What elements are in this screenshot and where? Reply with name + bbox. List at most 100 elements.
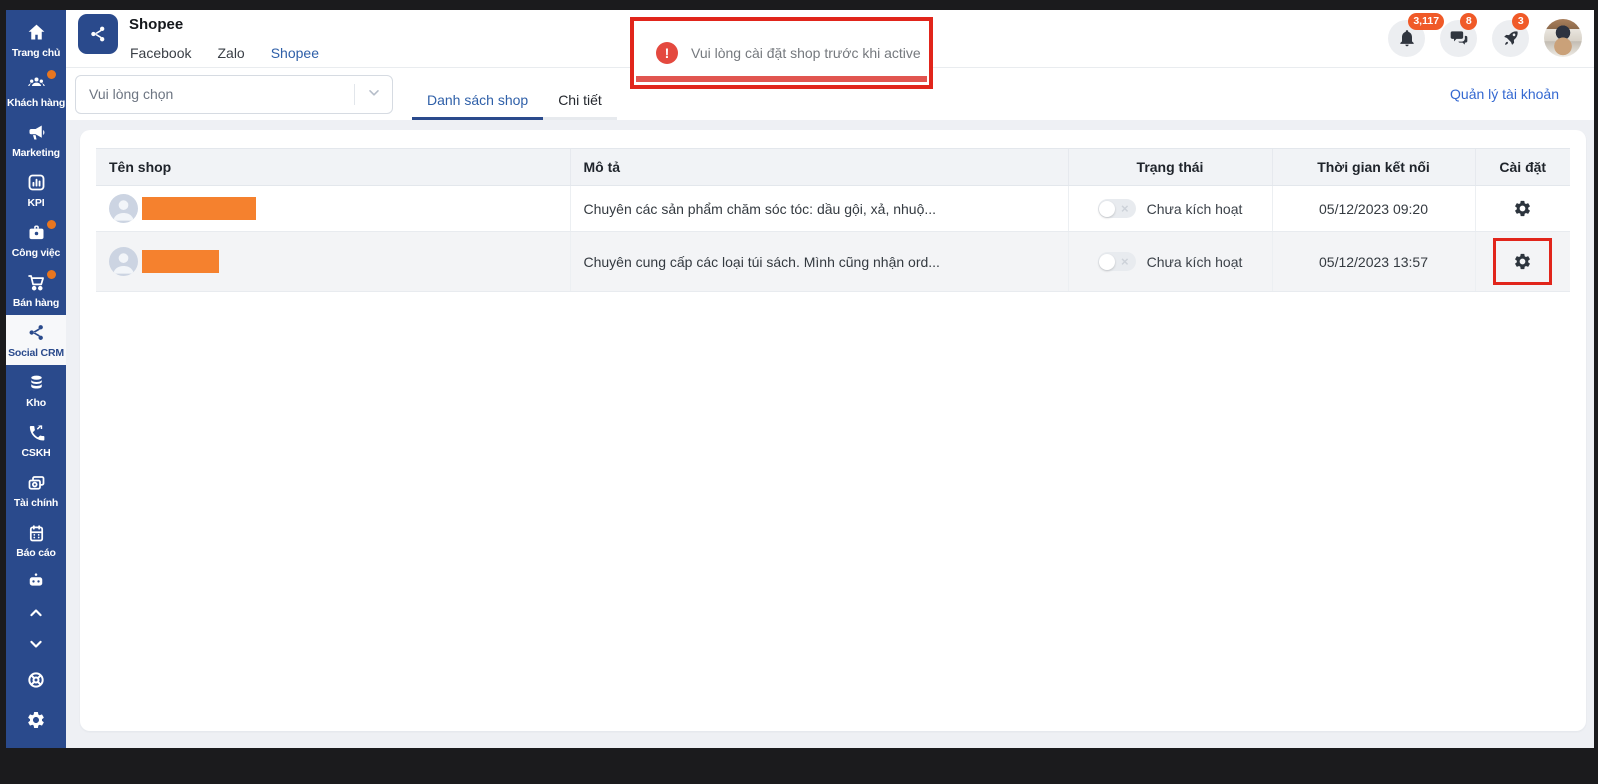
user-avatar[interactable] <box>1544 19 1582 57</box>
activate-toggle-off[interactable] <box>1098 252 1136 271</box>
sidebar-item-label: Công việc <box>12 247 60 259</box>
screenshot-stage: Trang chủ Khách hàng Marketing KPI <box>0 0 1598 784</box>
column-trang-thai: Trạng thái <box>1068 149 1272 186</box>
sidebar-item-label: KPI <box>28 197 45 209</box>
bell-icon <box>1397 28 1417 48</box>
table-header-row: Tên shop Mô tả Trạng thái Thời gian kết … <box>96 149 1570 186</box>
content-area: Tên shop Mô tả Trạng thái Thời gian kết … <box>66 120 1594 748</box>
warehouse-icon <box>25 372 47 394</box>
sidebar-item-tai-chinh[interactable]: Tài chính <box>6 466 66 516</box>
sidebar: Trang chủ Khách hàng Marketing KPI <box>6 10 66 748</box>
share-icon <box>25 322 47 344</box>
quick-start-badge: 3 <box>1512 13 1529 30</box>
rocket-icon <box>1501 28 1521 48</box>
sidebar-item-label: Social CRM <box>8 347 64 359</box>
tab-danh-sach-shop[interactable]: Danh sách shop <box>412 80 543 120</box>
redacted-shop-name <box>142 197 256 220</box>
app-window: Trang chủ Khách hàng Marketing KPI <box>6 10 1594 748</box>
finance-icon <box>25 472 47 494</box>
quick-start-button[interactable]: 3 <box>1492 20 1529 57</box>
sidebar-item-label: Tài chính <box>14 497 58 509</box>
redacted-shop-name <box>142 250 219 273</box>
notification-dot <box>47 270 56 279</box>
shop-table: Tên shop Mô tả Trạng thái Thời gian kết … <box>96 148 1570 292</box>
column-cai-dat: Cài đặt <box>1475 149 1570 186</box>
alert-exclamation-icon: ! <box>656 42 678 64</box>
report-icon <box>25 522 47 544</box>
status-label: Chưa kích hoạt <box>1147 201 1243 217</box>
phone-icon <box>25 422 47 444</box>
toast-progress-bar <box>636 76 927 82</box>
notification-dot <box>47 220 56 229</box>
sidebar-item-kpi[interactable]: KPI <box>6 165 66 215</box>
sidebar-item-trang-chu[interactable]: Trang chủ <box>6 15 66 65</box>
sidebar-item-label: Marketing <box>12 147 60 159</box>
cart-icon <box>25 272 47 294</box>
settings-gear-icon[interactable] <box>6 700 66 740</box>
messages-badge: 8 <box>1460 13 1477 30</box>
notification-dot <box>47 70 56 79</box>
error-toast: ! Vui lòng cài đặt shop trước khi active <box>634 21 929 85</box>
select-divider <box>354 84 355 105</box>
shop-select[interactable]: Vui lòng chọn <box>75 75 393 114</box>
chevron-down-icon <box>366 85 382 104</box>
sidebar-item-label: CSKH <box>22 447 51 459</box>
help-lifebuoy-icon[interactable] <box>6 660 66 700</box>
customers-icon <box>25 72 47 94</box>
activate-toggle-off[interactable] <box>1098 199 1136 218</box>
tab-zalo[interactable]: Zalo <box>204 41 257 71</box>
status-label: Chưa kích hoạt <box>1147 254 1243 270</box>
workspace-icon[interactable] <box>6 566 66 597</box>
social-crm-module-button[interactable] <box>78 14 118 54</box>
connected-time: 05/12/2023 09:20 <box>1272 186 1475 232</box>
briefcase-icon <box>25 222 47 244</box>
status-cell: Chưa kích hoạt <box>1082 199 1259 218</box>
row-settings-gear-icon[interactable] <box>1513 199 1532 218</box>
shop-name-cell <box>109 194 557 223</box>
sidebar-item-kho[interactable]: Kho <box>6 365 66 415</box>
messages-button[interactable]: 8 <box>1440 20 1477 57</box>
shop-name-cell <box>109 247 557 276</box>
sidebar-item-label: Báo cáo <box>16 547 55 559</box>
row-settings-gear-icon[interactable] <box>1513 252 1532 271</box>
shop-avatar-placeholder <box>109 194 138 223</box>
sidebar-item-ban-hang[interactable]: Bán hàng <box>6 265 66 315</box>
tab-shopee[interactable]: Shopee <box>258 41 332 71</box>
header-actions: 3,117 8 3 <box>1388 19 1582 57</box>
sidebar-item-marketing[interactable]: Marketing <box>6 115 66 165</box>
sidebar-item-label: Trang chủ <box>12 47 60 59</box>
kpi-chart-icon <box>25 172 47 194</box>
sidebar-item-social-crm[interactable]: Social CRM <box>6 315 66 365</box>
manage-account-link[interactable]: Quản lý tài khoản <box>1450 86 1559 102</box>
status-cell: Chưa kích hoạt <box>1082 252 1259 271</box>
shop-select-placeholder: Vui lòng chọn <box>89 86 173 102</box>
chevron-down-icon[interactable] <box>6 629 66 660</box>
connected-time: 05/12/2023 13:57 <box>1272 232 1475 292</box>
share-icon <box>88 24 108 44</box>
shop-description: Chuyên cung cấp các loại túi sách. Mình … <box>570 232 1068 292</box>
shop-description: Chuyên các sản phẩm chăm sóc tóc: dầu gộ… <box>570 186 1068 232</box>
sidebar-item-label: Bán hàng <box>13 297 59 309</box>
table-row: Chuyên các sản phẩm chăm sóc tóc: dầu gộ… <box>96 186 1570 232</box>
column-mo-ta: Mô tả <box>570 149 1068 186</box>
page-title: Shopee <box>129 16 183 33</box>
shop-avatar-placeholder <box>109 247 138 276</box>
chat-bubbles-icon <box>1449 28 1469 48</box>
sidebar-item-khach-hang[interactable]: Khách hàng <box>6 65 66 115</box>
toast-message: Vui lòng cài đặt shop trước khi active <box>691 45 921 61</box>
main-area: Shopee Facebook Zalo Shopee 3,117 <box>66 10 1594 748</box>
sidebar-item-cong-viec[interactable]: Công việc <box>6 215 66 265</box>
channel-tabs: Facebook Zalo Shopee <box>117 41 332 71</box>
tab-facebook[interactable]: Facebook <box>117 41 204 71</box>
sidebar-item-bao-cao[interactable]: Báo cáo <box>6 516 66 566</box>
table-row: Chuyên cung cấp các loại túi sách. Mình … <box>96 232 1570 292</box>
chevron-up-icon[interactable] <box>6 597 66 628</box>
notifications-button[interactable]: 3,117 <box>1388 20 1425 57</box>
tab-chi-tiet[interactable]: Chi tiết <box>543 80 617 120</box>
sidebar-item-cskh[interactable]: CSKH <box>6 416 66 466</box>
notifications-badge: 3,117 <box>1408 13 1444 30</box>
column-thoi-gian: Thời gian kết nối <box>1272 149 1475 186</box>
home-icon <box>25 22 47 44</box>
shop-view-tabs: Danh sách shop Chi tiết <box>412 80 617 120</box>
annotation-box-toast: ! Vui lòng cài đặt shop trước khi active <box>630 17 933 89</box>
